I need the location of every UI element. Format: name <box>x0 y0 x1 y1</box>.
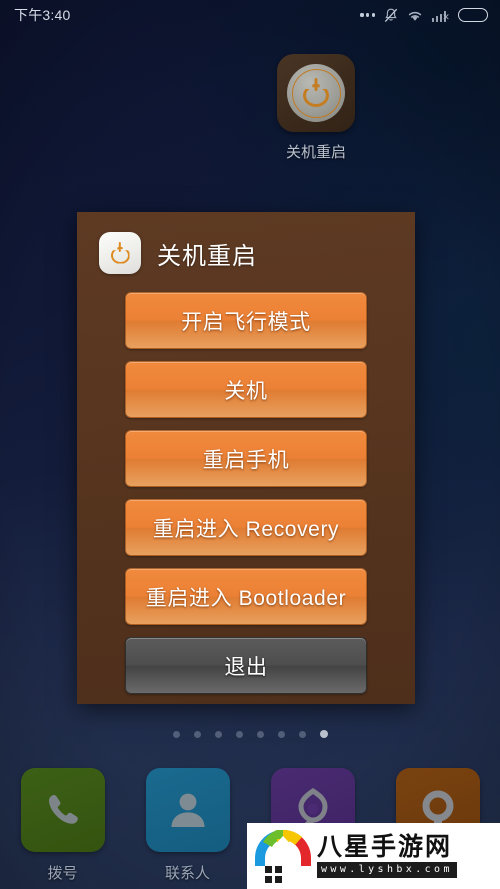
dock-item-contacts[interactable]: 联系人 <box>125 768 250 889</box>
battery-icon <box>458 8 488 22</box>
phone-screen: 下午3:40 ✕ 关机重启 关机重启 开启飞行模式 关机 重启手机 重启进入 R… <box>0 0 500 889</box>
home-app-power-restart[interactable]: 关机重启 <box>268 54 364 162</box>
reboot-bootloader-button[interactable]: 重启进入 Bootloader <box>125 568 367 625</box>
status-icons: ✕ <box>360 8 488 23</box>
watermark-logo-icon <box>255 830 311 883</box>
watermark-text: 八星手游网 www.lyshbx.com <box>317 834 457 878</box>
reboot-recovery-button[interactable]: 重启进入 Recovery <box>125 499 367 556</box>
power-disc <box>287 64 345 122</box>
home-app-label: 关机重启 <box>285 144 346 161</box>
wifi-icon <box>407 9 423 22</box>
signal-off-icon: ✕ <box>432 9 450 22</box>
dialog-title: 关机重启 <box>157 242 257 270</box>
more-dots-icon <box>360 13 375 17</box>
reboot-button[interactable]: 重启手机 <box>125 430 367 487</box>
page-dot[interactable] <box>256 730 264 738</box>
page-dot[interactable] <box>193 730 201 738</box>
exit-button[interactable]: 退出 <box>125 637 367 694</box>
dock-label-contacts: 联系人 <box>164 865 210 882</box>
power-off-button[interactable]: 关机 <box>125 361 367 418</box>
power-restart-app-icon[interactable] <box>277 54 355 132</box>
power-icon <box>99 232 141 274</box>
page-dot[interactable] <box>172 730 180 738</box>
phone-icon[interactable] <box>20 768 105 852</box>
contacts-icon[interactable] <box>145 768 230 852</box>
page-dot[interactable] <box>277 730 285 738</box>
status-time: 下午3:40 <box>14 7 71 23</box>
watermark-url: www.lyshbx.com <box>317 862 457 878</box>
dialog-header: 关机重启 <box>77 228 415 280</box>
watermark-grid-icon <box>265 866 282 883</box>
power-restart-dialog: 关机重启 开启飞行模式 关机 重启手机 重启进入 Recovery 重启进入 B… <box>77 212 415 704</box>
power-icon <box>303 78 329 107</box>
page-dot[interactable] <box>298 730 306 738</box>
status-bar: 下午3:40 ✕ <box>0 0 500 30</box>
mute-bell-icon <box>384 8 398 23</box>
watermark-title: 八星手游网 <box>317 832 453 861</box>
watermark: 八星手游网 www.lyshbx.com <box>247 823 500 889</box>
dock-item-dialer[interactable]: 拨号 <box>0 768 125 889</box>
dock-label-dialer: 拨号 <box>47 865 78 882</box>
dialog-button-list: 开启飞行模式 关机 重启手机 重启进入 Recovery 重启进入 Bootlo… <box>77 292 415 694</box>
airplane-mode-button[interactable]: 开启飞行模式 <box>125 292 367 349</box>
signal-x-mark: ✕ <box>442 11 450 22</box>
page-dot[interactable] <box>235 730 243 738</box>
page-dot[interactable] <box>214 730 222 738</box>
page-dot-active[interactable] <box>319 730 328 738</box>
page-indicator[interactable] <box>0 730 500 738</box>
